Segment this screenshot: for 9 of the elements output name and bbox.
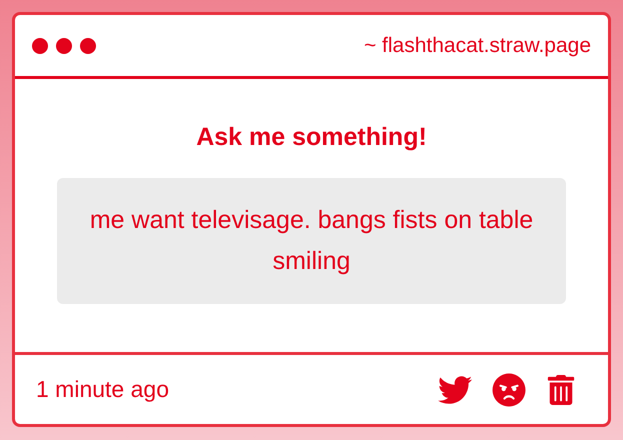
window-dot (56, 38, 72, 54)
page-url: ~ flashthacat.straw.page (364, 34, 591, 58)
question-heading: Ask me something! (196, 123, 427, 152)
timestamp: 1 minute ago (36, 376, 169, 403)
angry-face-icon[interactable] (492, 372, 526, 406)
question-text: me want televisage. bangs fists on table smiling (57, 178, 566, 304)
window-dot (32, 38, 48, 54)
trash-icon[interactable] (546, 374, 576, 404)
window-dot (80, 38, 96, 54)
